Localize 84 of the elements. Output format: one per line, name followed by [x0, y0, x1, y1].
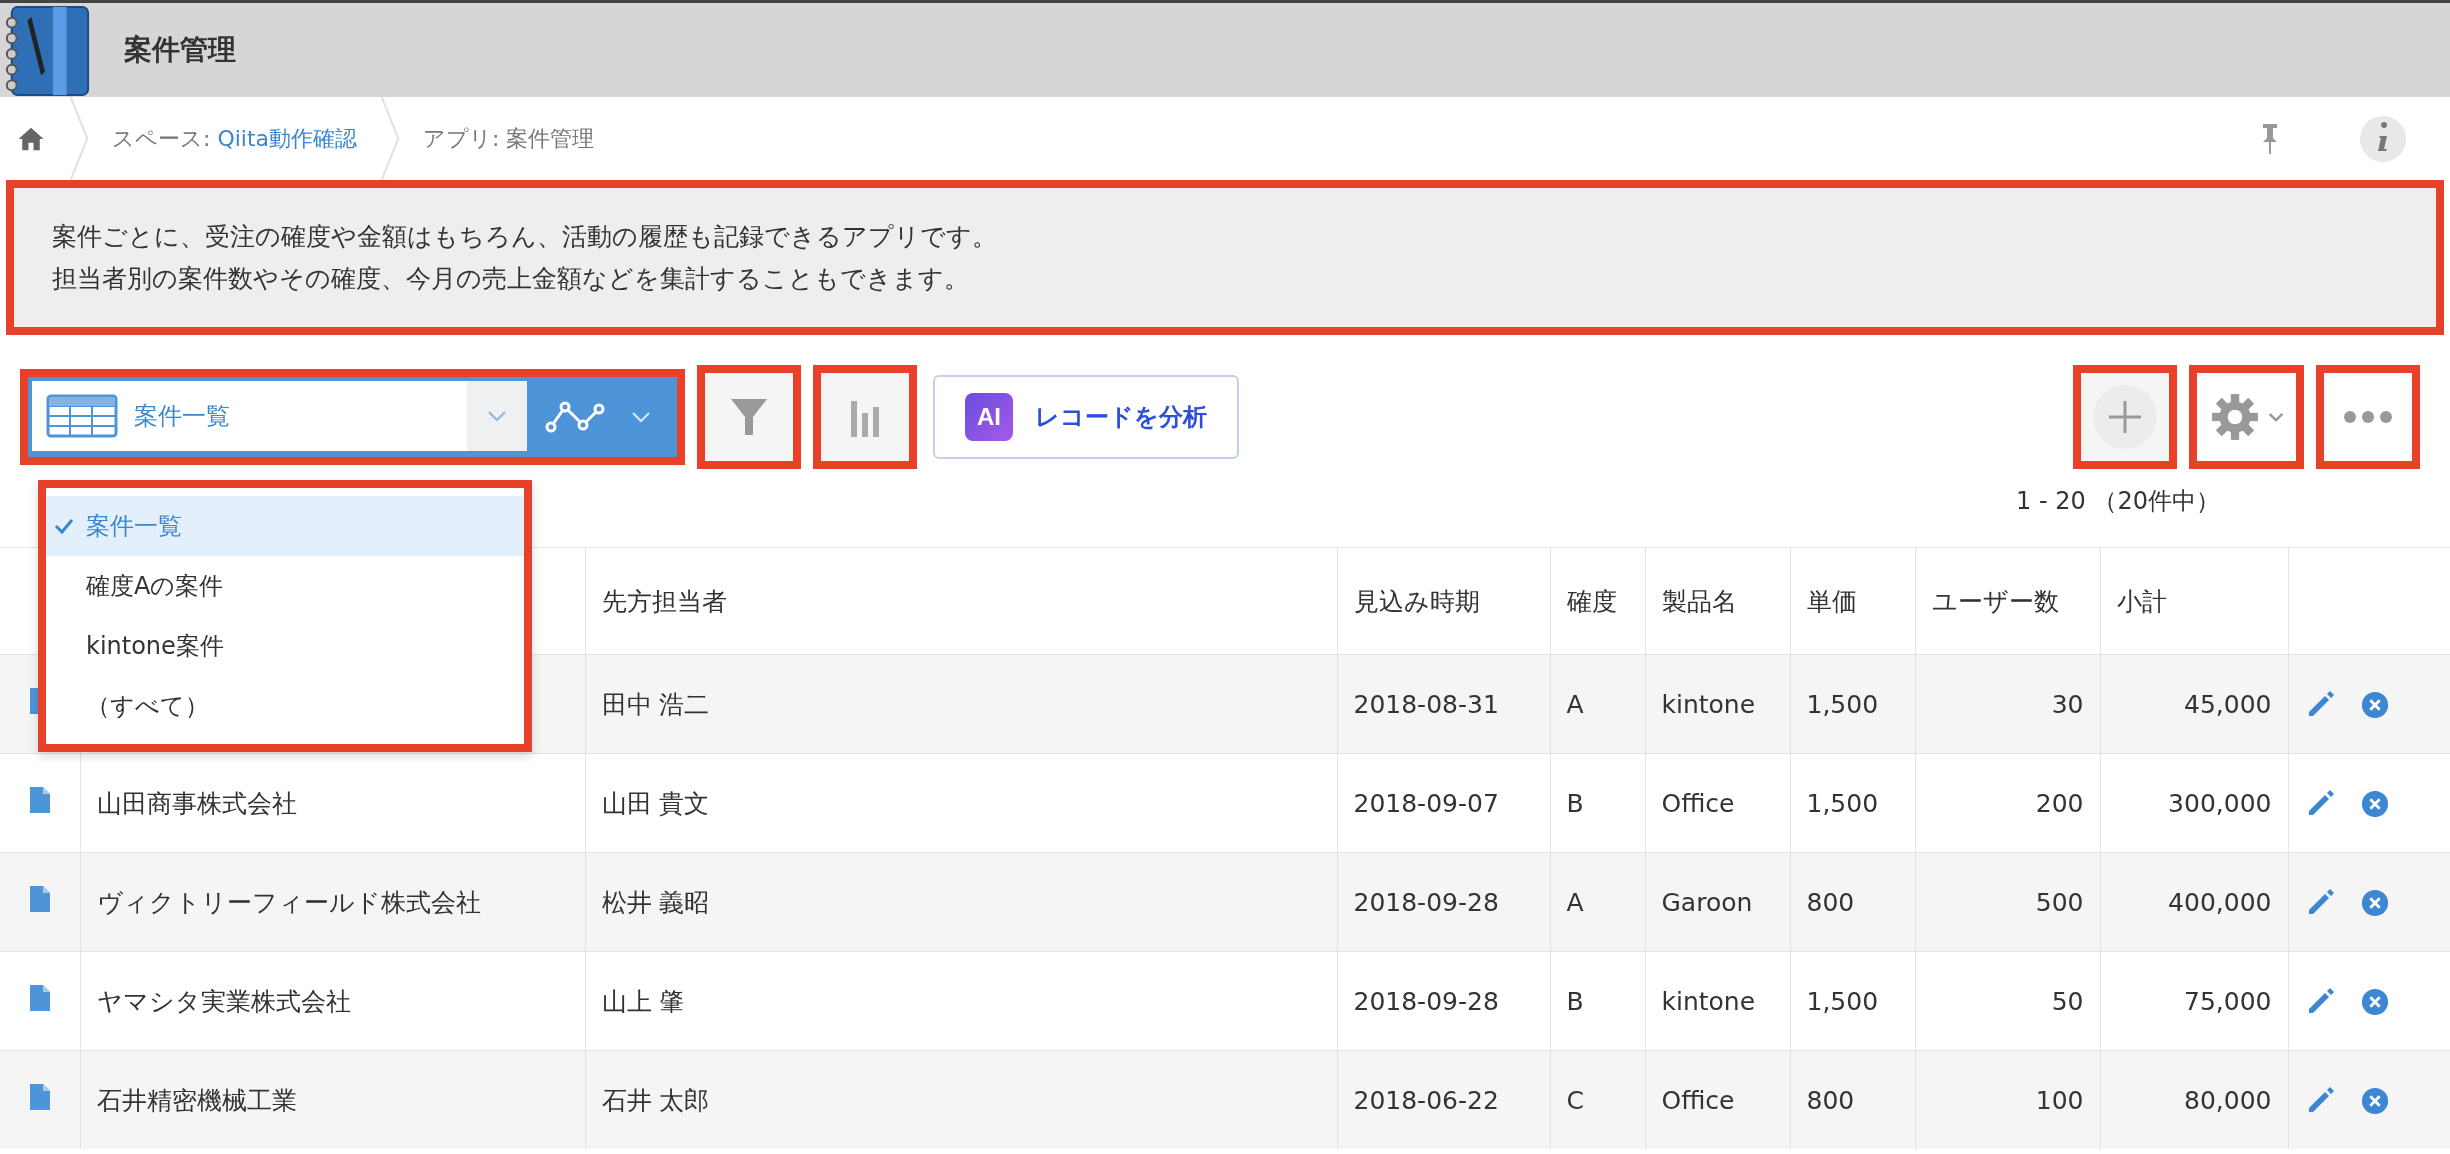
- table-cell: 300,000: [2168, 788, 2272, 818]
- table-cell: 田中 浩二: [601, 689, 710, 719]
- more-icon: [2343, 410, 2393, 424]
- table-cell: ヴィクトリーフィールド株式会社: [96, 887, 481, 917]
- table-cell: 30: [2051, 689, 2084, 719]
- record-count: 1 - 20 （20件中）: [2016, 486, 2220, 517]
- table-cell: 山田商事株式会社: [96, 788, 297, 818]
- table-cell: 80,000: [2184, 1085, 2272, 1115]
- column-header[interactable]: 確度: [1550, 547, 1645, 655]
- table-cell: B: [1566, 986, 1584, 1016]
- delete-icon[interactable]: [2360, 1086, 2389, 1115]
- caret-icon: [631, 411, 651, 423]
- table-cell: 75,000: [2184, 986, 2272, 1016]
- more-button[interactable]: [2316, 365, 2420, 469]
- table-cell: 800: [1806, 887, 1855, 917]
- table-cell: 100: [2035, 1085, 2084, 1115]
- delete-icon[interactable]: [2360, 690, 2389, 719]
- ai-badge: AI: [965, 393, 1013, 441]
- column-header[interactable]: ユーザー数: [1915, 547, 2100, 655]
- table-cell: 石井 太郎: [601, 1085, 710, 1115]
- app-title: 案件管理: [124, 32, 236, 68]
- table-cell: Garoon: [1661, 887, 1753, 917]
- table-cell: 松井 義昭: [601, 887, 710, 917]
- view-menu-item[interactable]: 確度Aの案件: [46, 556, 524, 616]
- table-icon: [46, 394, 118, 438]
- table-cell: B: [1566, 788, 1584, 818]
- table-cell: 800: [1806, 1085, 1855, 1115]
- table-cell: 2018-09-28: [1353, 887, 1499, 917]
- column-header[interactable]: 見込み時期: [1337, 547, 1550, 655]
- table-cell: Office: [1661, 1085, 1735, 1115]
- column-header[interactable]: 小計: [2100, 547, 2288, 655]
- document-icon[interactable]: [29, 1084, 50, 1110]
- check-icon: [54, 518, 74, 534]
- document-icon[interactable]: [29, 886, 50, 912]
- column-header[interactable]: 単価: [1790, 547, 1915, 655]
- table-cell: 500: [2035, 887, 2084, 917]
- line-chart-icon: [545, 399, 605, 435]
- delete-icon[interactable]: [2360, 987, 2389, 1016]
- plus-icon: [2093, 385, 2157, 449]
- table-cell: A: [1566, 689, 1584, 719]
- description-text: 案件ごとに、受注の確度や金額はもちろん、活動の履歴も記録できるアプリです。: [52, 221, 998, 253]
- column-header[interactable]: 先方担当者: [585, 547, 1337, 655]
- table-cell: 2018-09-07: [1353, 788, 1499, 818]
- table-cell: 400,000: [2168, 887, 2272, 917]
- caret-icon: [2267, 412, 2284, 422]
- table-cell: C: [1566, 1085, 1584, 1115]
- table-cell: 山上 肇: [601, 986, 685, 1016]
- view-menu-item[interactable]: kintone案件: [46, 616, 524, 676]
- breadcrumb-app: アプリ: 案件管理: [423, 124, 595, 153]
- table-cell: 200: [2035, 788, 2084, 818]
- filter-button[interactable]: [697, 365, 801, 469]
- table-cell: 2018-06-22: [1353, 1085, 1499, 1115]
- table-cell: kintone: [1661, 986, 1756, 1016]
- table-cell: 1,500: [1806, 689, 1879, 719]
- table-cell: 石井精密機械工業: [96, 1085, 297, 1115]
- table-cell: 2018-09-28: [1353, 986, 1499, 1016]
- table-cell: ヤマシタ実業株式会社: [96, 986, 351, 1016]
- table-cell: 山田 貴文: [601, 788, 710, 818]
- breadcrumb-space: スペース: Qiita動作確認: [112, 124, 358, 153]
- table-cell: Office: [1661, 788, 1735, 818]
- description-text: 担当者別の案件数やその確度、今月の売上金額などを集計することもできます。: [52, 263, 970, 295]
- space-link[interactable]: Qiita動作確認: [217, 125, 358, 151]
- table-cell: 2018-08-31: [1353, 689, 1499, 719]
- document-icon[interactable]: [29, 787, 50, 813]
- add-button[interactable]: [2073, 365, 2177, 469]
- caret-icon: [487, 410, 507, 422]
- table-cell: A: [1566, 887, 1584, 917]
- table-cell: kintone: [1661, 689, 1756, 719]
- analyze-button[interactable]: AI レコードを分析: [933, 375, 1239, 459]
- table-cell: 1,500: [1806, 986, 1879, 1016]
- info-icon[interactable]: [2360, 115, 2406, 162]
- pin-icon[interactable]: [2260, 121, 2280, 156]
- view-menu-item[interactable]: （すべて）: [46, 676, 524, 736]
- delete-icon[interactable]: [2360, 789, 2389, 818]
- table-cell: 1,500: [1806, 788, 1879, 818]
- delete-icon[interactable]: [2360, 888, 2389, 917]
- view-dropdown[interactable]: 案件一覧: [32, 381, 527, 453]
- chart-button[interactable]: [813, 365, 917, 469]
- settings-button[interactable]: [2189, 365, 2304, 469]
- table-cell: 50: [2051, 986, 2084, 1016]
- settings-icon: [2209, 392, 2260, 442]
- column-header[interactable]: 製品名: [1645, 547, 1790, 655]
- document-icon[interactable]: [29, 985, 50, 1011]
- table-cell: 45,000: [2184, 689, 2272, 719]
